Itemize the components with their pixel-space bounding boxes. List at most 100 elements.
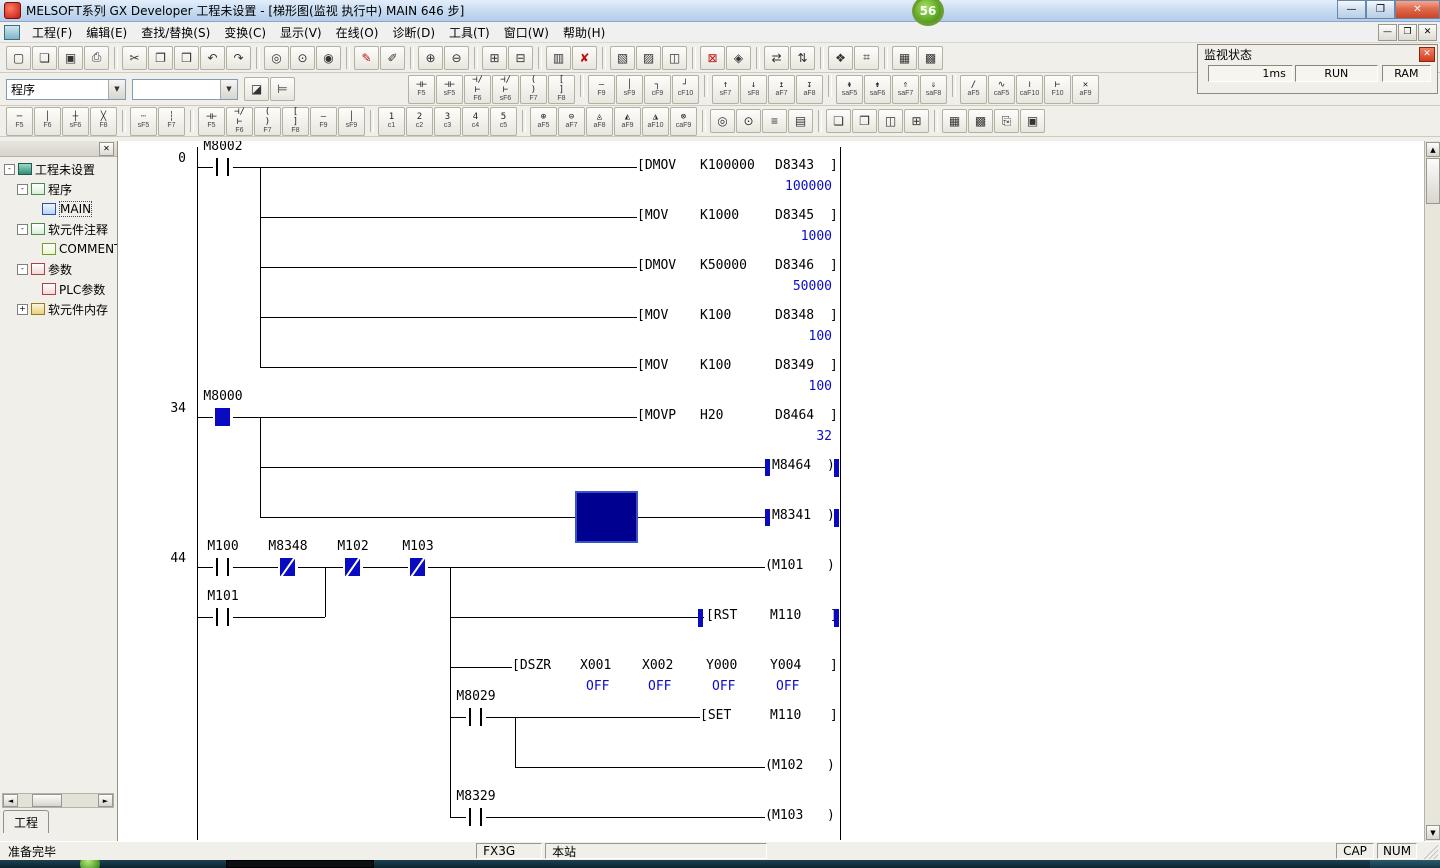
window-split-icon[interactable]: ◫ bbox=[878, 109, 903, 133]
ladder-cursor[interactable] bbox=[575, 491, 638, 543]
child-minimize-button[interactable]: — bbox=[1378, 24, 1397, 41]
instruction-token[interactable]: K100 bbox=[700, 308, 731, 323]
instruction-list-icon[interactable]: ⊟ bbox=[508, 46, 533, 70]
find-device-icon[interactable]: ◎ bbox=[264, 46, 289, 70]
statement-edit-icon[interactable]: ✐ bbox=[380, 46, 405, 70]
write-mode-icon[interactable]: ▨ bbox=[636, 46, 661, 70]
instruction-token[interactable]: D8464 bbox=[775, 408, 814, 423]
fn-F9-button[interactable]: —F9 bbox=[310, 107, 337, 136]
instruction-token[interactable]: K100 bbox=[700, 358, 731, 373]
instruction-token[interactable]: K50000 bbox=[700, 258, 747, 273]
fn-c2-button[interactable]: 2c2 bbox=[406, 107, 433, 136]
fn-aF7-button[interactable]: ↥aF7 bbox=[768, 75, 795, 104]
fn-aF10-button[interactable]: ◮aF10 bbox=[642, 107, 669, 136]
child-close-button[interactable]: ✕ bbox=[1418, 24, 1437, 41]
fn-sF5-button[interactable]: ┄sF5 bbox=[130, 107, 157, 136]
monitor-stop2-icon[interactable]: ▩ bbox=[968, 109, 993, 133]
fn-F10-button[interactable]: ⊢F10 bbox=[1044, 75, 1071, 104]
fn-F7-button[interactable]: ( )F7 bbox=[254, 107, 281, 136]
monitor-mode-icon[interactable]: ◫ bbox=[662, 46, 687, 70]
cross-reference-icon[interactable]: ⌗ bbox=[854, 46, 879, 70]
fn-F8-button[interactable]: [ ]F8 bbox=[282, 107, 309, 136]
instruction-token[interactable]: X002 bbox=[642, 658, 673, 673]
menu-item[interactable]: 工具(T) bbox=[442, 22, 497, 43]
fn-saF5-button[interactable]: ⇞saF5 bbox=[836, 75, 863, 104]
block-combobox[interactable]: ▼ bbox=[132, 79, 238, 100]
maximize-button[interactable]: ❐ bbox=[1366, 0, 1395, 19]
note-display-icon[interactable]: ❐ bbox=[852, 109, 877, 133]
tree-item-软元件注释[interactable]: -软元件注释 bbox=[0, 219, 117, 239]
instruction-token[interactable]: M110 bbox=[770, 708, 801, 723]
close-button[interactable]: ✕ bbox=[1395, 0, 1440, 19]
device-comment-display-icon[interactable]: ▥ bbox=[546, 46, 571, 70]
fn-caF9-button[interactable]: ⊗caF9 bbox=[670, 107, 697, 136]
statement-display-icon[interactable]: ▤ bbox=[788, 109, 813, 133]
fn-aF7-button[interactable]: ⊖aF7 bbox=[558, 107, 585, 136]
scroll-up-icon[interactable]: ▲ bbox=[1426, 142, 1440, 157]
find-instruction-icon[interactable]: ⊙ bbox=[290, 46, 315, 70]
contact-M103[interactable] bbox=[408, 555, 428, 579]
menu-item[interactable]: 诊断(D) bbox=[385, 22, 442, 43]
fn-cF9-button[interactable]: ┐cF9 bbox=[644, 75, 671, 104]
find-contact-icon[interactable]: ◎ bbox=[710, 109, 735, 133]
device-memory-icon[interactable]: ▩ bbox=[918, 46, 943, 70]
undo-icon[interactable]: ↶ bbox=[200, 46, 225, 70]
instruction-token[interactable]: K100000 bbox=[700, 158, 755, 173]
read-mode-icon[interactable]: ▧ bbox=[610, 46, 635, 70]
instruction-token[interactable]: [MOV bbox=[637, 308, 668, 323]
fn-aF8-button[interactable]: ↧aF8 bbox=[796, 75, 823, 104]
scroll-thumb[interactable] bbox=[32, 794, 62, 807]
instruction-token[interactable]: [SET bbox=[700, 708, 731, 723]
fn-sF5-button[interactable]: ⊣⊢sF5 bbox=[436, 75, 463, 104]
tree-item-工程未设置[interactable]: -工程未设置 bbox=[0, 159, 117, 179]
find-replace-icon[interactable]: ◉ bbox=[316, 46, 341, 70]
instruction-token[interactable]: [MOV bbox=[637, 358, 668, 373]
fn-F5-button[interactable]: ─F5 bbox=[6, 107, 33, 136]
fn-c5-button[interactable]: 5c5 bbox=[490, 107, 517, 136]
options-icon[interactable]: ▣ bbox=[1020, 109, 1045, 133]
fn-sF8-button[interactable]: ↓sF8 bbox=[740, 75, 767, 104]
fn-caF5-button[interactable]: ∿caF5 bbox=[988, 75, 1015, 104]
contact-M8002[interactable] bbox=[213, 155, 233, 179]
monitor-close-button[interactable]: ✕ bbox=[1419, 47, 1435, 62]
chevron-down-icon[interactable]: ▼ bbox=[220, 80, 237, 99]
contact-M8329[interactable] bbox=[466, 805, 486, 829]
ladder-vertical-scrollbar[interactable]: ▲ ▼ bbox=[1424, 141, 1440, 841]
resize-grip[interactable] bbox=[1422, 843, 1438, 859]
menu-item[interactable]: 变换(C) bbox=[217, 22, 273, 43]
monitor-write-mode-icon[interactable]: ⊠ bbox=[700, 46, 725, 70]
ladder-edit-icon[interactable]: ⊨ bbox=[270, 77, 295, 101]
instruction-token[interactable]: H20 bbox=[700, 408, 723, 423]
fn-c3-button[interactable]: 3c3 bbox=[434, 107, 461, 136]
tree-item-COMMENT[interactable]: COMMENT bbox=[0, 239, 117, 259]
instruction-token[interactable]: Y000 bbox=[706, 658, 737, 673]
tree-close-button[interactable]: ✕ bbox=[99, 142, 114, 156]
paste-icon[interactable]: ❒ bbox=[174, 46, 199, 70]
new-project-icon[interactable]: ▢ bbox=[6, 46, 31, 70]
coil-M8464[interactable]: M8464) bbox=[765, 457, 835, 477]
scroll-thumb[interactable] bbox=[1426, 158, 1440, 204]
transfer-setup-icon[interactable]: ⇄ bbox=[764, 46, 789, 70]
fn-F5-button[interactable]: ⊣⊢F5 bbox=[408, 75, 435, 104]
fn-F6-button[interactable]: ⊣/⊢F6 bbox=[226, 107, 253, 136]
fn-aF8-button[interactable]: ◬aF8 bbox=[586, 107, 613, 136]
coil-M101[interactable]: (M101) bbox=[765, 557, 835, 577]
zoom-out-icon[interactable]: ⊖ bbox=[444, 46, 469, 70]
menu-item[interactable]: 工程(F) bbox=[25, 22, 79, 43]
fn-c1-button[interactable]: 1c1 bbox=[378, 107, 405, 136]
program-check-icon[interactable]: ❖ bbox=[828, 46, 853, 70]
minimize-button[interactable]: — bbox=[1337, 0, 1366, 19]
instruction-token[interactable]: M110 bbox=[770, 608, 801, 623]
instruction-token[interactable]: D8346 bbox=[775, 258, 814, 273]
scroll-down-icon[interactable]: ▼ bbox=[1426, 825, 1440, 840]
tree-item-MAIN[interactable]: MAIN bbox=[0, 199, 117, 219]
contact-M101[interactable] bbox=[213, 605, 233, 629]
collapse-icon[interactable]: - bbox=[17, 184, 28, 195]
redo-icon[interactable]: ↷ bbox=[226, 46, 251, 70]
tree-item-PLC参数[interactable]: PLC参数 bbox=[0, 279, 117, 299]
instruction-token[interactable]: D8345 bbox=[775, 208, 814, 223]
find-coil-icon[interactable]: ⊙ bbox=[736, 109, 761, 133]
instruction-token[interactable]: [MOVP bbox=[637, 408, 676, 423]
monitor-start-icon[interactable]: ▦ bbox=[942, 109, 967, 133]
chevron-down-icon[interactable]: ▼ bbox=[108, 80, 125, 99]
